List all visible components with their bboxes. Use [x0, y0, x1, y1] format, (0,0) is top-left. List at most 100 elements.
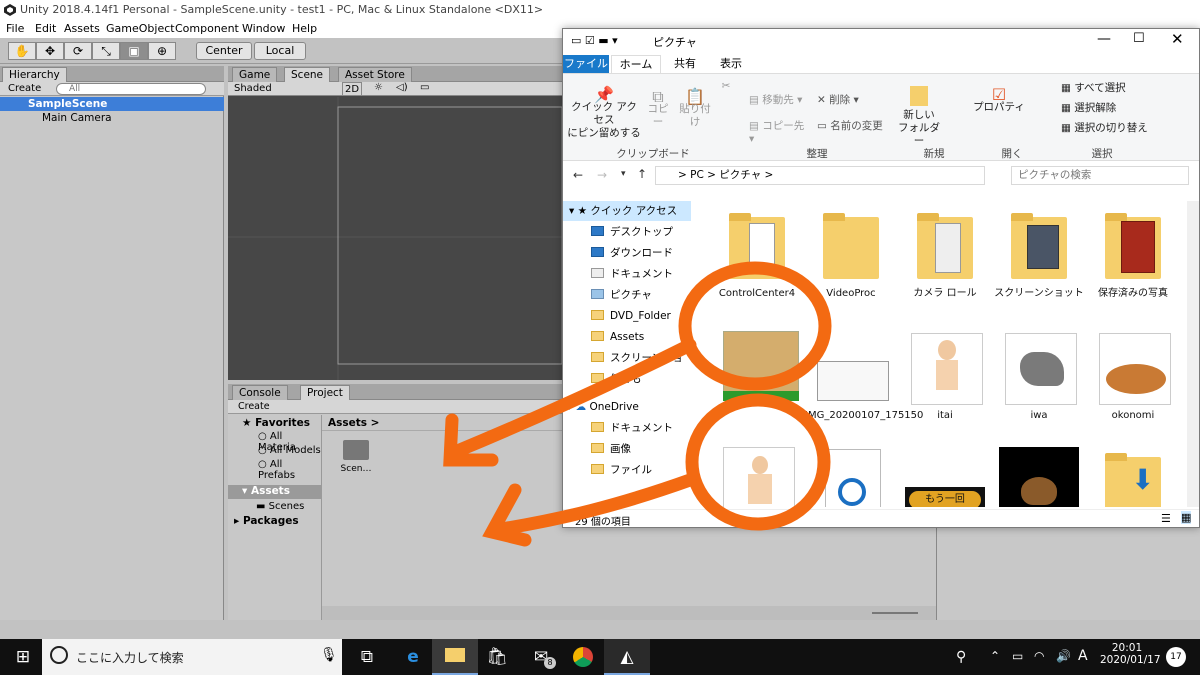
start-icon[interactable]: ⊞ [0, 639, 46, 675]
address-bar[interactable]: > PC > ピクチャ > [655, 166, 985, 185]
maximize-button[interactable]: ☐ [1133, 31, 1145, 46]
address-segment[interactable]: ピクチャ [719, 169, 761, 181]
nav-item[interactable]: 何でも [591, 369, 642, 389]
copy-button[interactable]: ⧉ コピー [643, 89, 673, 129]
address-segment[interactable]: PC [690, 169, 704, 181]
pivot-center-button[interactable]: Center [196, 42, 252, 60]
forward-button[interactable]: → [597, 168, 607, 182]
icon-size-slider[interactable] [872, 612, 918, 614]
ime-indicator[interactable]: A [1078, 648, 1088, 664]
ribbon-tab-file[interactable]: ファイル [563, 55, 609, 73]
volume-icon[interactable]: 🔊 [1056, 649, 1071, 663]
file-item[interactable]: ⬇ [1087, 447, 1179, 507]
file-item[interactable] [711, 329, 803, 409]
wifi-icon[interactable]: ◠ [1034, 649, 1044, 663]
file-explorer-taskbar-icon[interactable] [432, 639, 478, 675]
hand-tool-icon[interactable]: ✋ [8, 42, 36, 60]
asset-scenes-folder[interactable]: Scen… [336, 440, 376, 474]
unity-taskbar-icon[interactable]: ◭ [604, 639, 650, 675]
tab-game[interactable]: Game [232, 67, 278, 82]
ribbon-tab-home[interactable]: ホーム [611, 55, 661, 73]
store-icon[interactable]: 🛍 [474, 639, 520, 675]
battery-icon[interactable]: ▭ [1012, 649, 1023, 663]
task-view-icon[interactable]: ⧉ [344, 639, 390, 675]
ribbon-tab-view[interactable]: 表示 [709, 55, 753, 73]
close-button[interactable]: ✕ [1171, 30, 1184, 48]
hierarchy-search-input[interactable]: All [56, 83, 206, 95]
effects-icon[interactable]: ▭ [420, 82, 429, 93]
cut-icon[interactable]: ✂ [719, 80, 733, 93]
pivot-local-button[interactable]: Local [254, 42, 306, 60]
menu-assets[interactable]: Assets [64, 22, 100, 35]
copy-to-button[interactable]: ▤ コピー先 ▾ [749, 120, 809, 146]
file-item[interactable]: iwa [993, 329, 1085, 422]
properties-button[interactable]: ☑ プロパティ [973, 87, 1025, 114]
taskbar-search-box[interactable]: ここに入力して検索 🎙 [42, 639, 342, 675]
details-view-icon[interactable]: ☰ [1161, 512, 1171, 525]
rotate-tool-icon[interactable]: ⟳ [64, 42, 92, 60]
back-button[interactable]: ← [573, 168, 583, 182]
menu-gameobject[interactable]: GameObject [106, 22, 175, 35]
nav-item[interactable]: 画像 [591, 439, 631, 459]
select-none-button[interactable]: ▦ 選択解除 [1061, 102, 1151, 115]
lighting-icon[interactable]: ☼ [374, 82, 383, 93]
menu-help[interactable]: Help [292, 22, 317, 35]
favorite-item[interactable]: ○ All Models [258, 445, 321, 456]
select-all-button[interactable]: ▦ すべて選択 [1061, 82, 1151, 95]
recent-dropdown[interactable]: ▾ [621, 169, 626, 179]
move-to-button[interactable]: ▤ 移動先 ▾ [749, 94, 809, 107]
large-icons-view-icon[interactable]: ▦ [1181, 511, 1192, 524]
move-tool-icon[interactable]: ✥ [36, 42, 64, 60]
project-create-button[interactable]: Create [238, 401, 270, 412]
edge-icon[interactable]: e [390, 639, 436, 675]
nav-onedrive[interactable]: ▾ ☁ OneDrive [567, 397, 639, 417]
nav-item[interactable]: ピクチャ [591, 285, 652, 305]
nav-item[interactable]: ドキュメント [591, 418, 673, 438]
delete-button[interactable]: ✕ 削除 ▾ [817, 94, 869, 107]
tab-hierarchy[interactable]: Hierarchy [2, 67, 67, 82]
explorer-search-input[interactable]: ピクチャの検索 [1011, 166, 1189, 185]
people-icon[interactable]: ⚲ [956, 649, 966, 665]
file-item[interactable]: VideoProc [805, 207, 897, 300]
scene-view[interactable]: Game Scene Asset Store Shaded 2D ☼ ◁) ▭ [228, 66, 562, 380]
tray-chevron-icon[interactable]: ⌃ [990, 649, 1000, 663]
file-item[interactable]: カメラ ロール [899, 207, 991, 300]
favorite-item[interactable]: ○ All Prefabs [258, 459, 321, 481]
ribbon-tab-share[interactable]: 共有 [663, 55, 707, 73]
tree-packages[interactable]: ▸ Packages [234, 515, 299, 527]
hierarchy-create-button[interactable]: Create [8, 83, 41, 94]
up-button[interactable]: ↑ [637, 167, 647, 181]
invert-selection-button[interactable]: ▦ 選択の切り替え [1061, 122, 1171, 135]
audio-icon[interactable]: ◁) [396, 82, 408, 93]
hierarchy-scene-row[interactable]: SampleScene [0, 97, 224, 111]
mode-2d-toggle[interactable]: 2D [342, 82, 362, 96]
nav-quick-access[interactable]: ▾ ★ クイック アクセス [563, 201, 691, 221]
paste-button[interactable]: 📋 貼り付け [675, 89, 715, 129]
shading-mode-dropdown[interactable]: Shaded [234, 82, 338, 96]
file-item[interactable]: スクリーンショット [993, 207, 1085, 300]
hierarchy-item-main-camera[interactable]: Main Camera [0, 111, 224, 125]
menu-window[interactable]: Window [242, 22, 285, 35]
mail-icon[interactable]: ✉ 8 [518, 639, 564, 675]
file-item[interactable] [805, 447, 897, 507]
tab-asset-store[interactable]: Asset Store [338, 67, 412, 82]
file-item[interactable]: 保存済みの写真 [1087, 207, 1179, 300]
tab-project[interactable]: Project [300, 385, 350, 400]
menu-edit[interactable]: Edit [35, 22, 56, 35]
microphone-icon[interactable]: 🎙 [320, 647, 338, 663]
tab-console[interactable]: Console [232, 385, 288, 400]
rect-tool-icon[interactable]: ▣ [120, 42, 148, 60]
tree-assets[interactable]: ▾ Assets [228, 485, 322, 499]
transform-tool-icon[interactable]: ⊕ [148, 42, 176, 60]
nav-item[interactable]: ダウンロード [591, 243, 673, 263]
tree-scenes[interactable]: ▬ Scenes [256, 501, 304, 512]
notification-center-icon[interactable]: 17 [1166, 647, 1186, 667]
quick-toolbar-icons[interactable]: ▭ ☑ ▬ ▾ [571, 34, 618, 47]
menu-component[interactable]: Component [175, 22, 239, 35]
file-item[interactable] [711, 447, 803, 507]
minimize-button[interactable]: — [1097, 31, 1111, 47]
rename-button[interactable]: ▭ 名前の変更 [817, 120, 889, 133]
file-item[interactable]: もう一回 [899, 447, 991, 507]
favorites-label[interactable]: ★ Favorites [242, 417, 310, 429]
nav-item[interactable]: スクリーンショッ [591, 348, 681, 368]
